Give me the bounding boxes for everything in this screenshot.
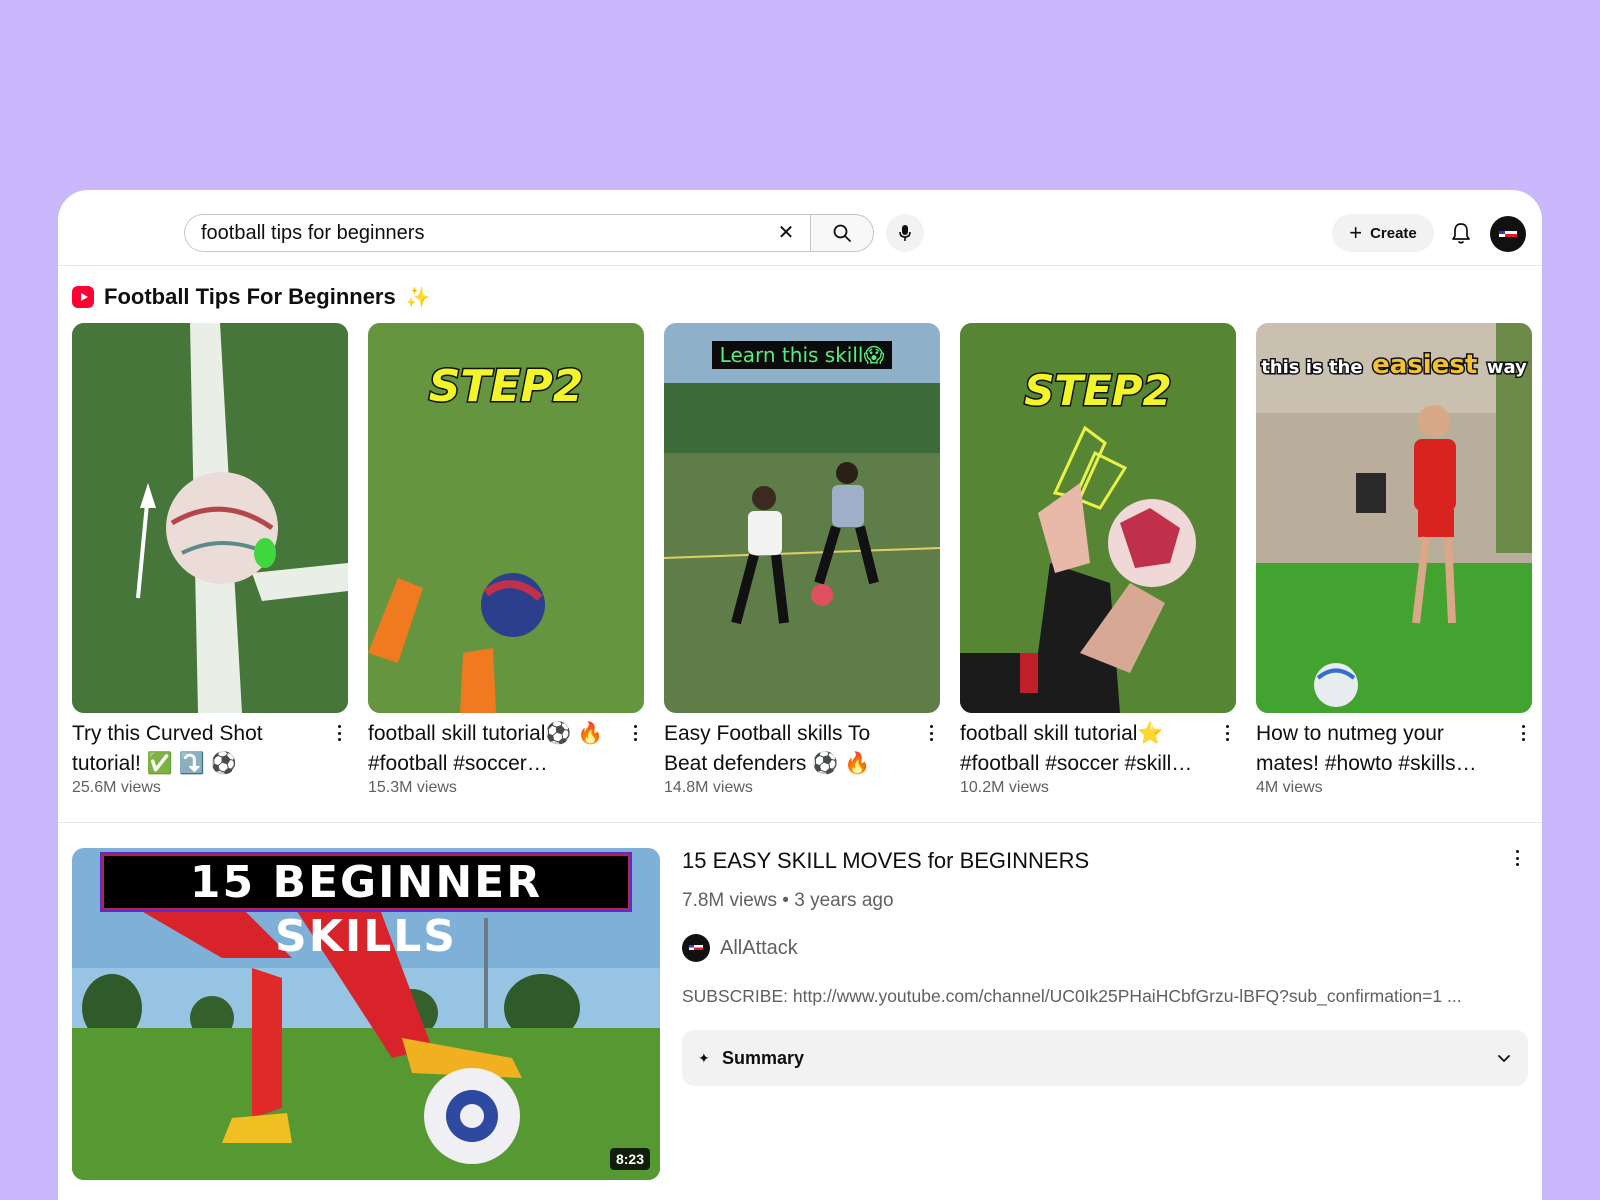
channel-link[interactable]: AllAttack bbox=[682, 934, 798, 962]
more-options-icon[interactable] bbox=[1516, 723, 1530, 743]
short-title[interactable]: football skill tutorial⭐ #football #socc… bbox=[960, 719, 1206, 779]
video-info: 15 EASY SKILL MOVES for BEGINNERS 7.8M v… bbox=[682, 848, 1528, 1188]
close-icon[interactable]: ✕ bbox=[774, 221, 798, 245]
short-card[interactable]: Try this Curved Shot tutorial! ✅ ⤵️ ⚽ 25… bbox=[72, 323, 348, 803]
short-views: 10.2M views bbox=[960, 779, 1049, 796]
short-views: 25.6M views bbox=[72, 779, 161, 796]
short-thumbnail[interactable] bbox=[72, 323, 348, 713]
sparkle-icon: ✦ bbox=[698, 1049, 710, 1066]
short-views: 14.8M views bbox=[664, 779, 753, 796]
create-label: Create bbox=[1370, 224, 1417, 242]
microphone-icon bbox=[899, 225, 911, 241]
more-options-icon[interactable] bbox=[1220, 723, 1234, 743]
more-options-icon[interactable] bbox=[1510, 848, 1524, 868]
search-icon bbox=[833, 224, 851, 242]
short-views: 4M views bbox=[1256, 779, 1323, 796]
browser-window: ✕ + Create bbox=[58, 190, 1542, 1200]
thumbnail-overlay-text: easiest bbox=[1372, 350, 1477, 380]
summary-label: Summary bbox=[722, 1047, 805, 1068]
section-divider bbox=[58, 822, 1542, 823]
shorts-logo-icon bbox=[72, 286, 94, 308]
video-title[interactable]: 15 EASY SKILL MOVES for BEGINNERS bbox=[682, 848, 1089, 874]
short-views: 15.3M views bbox=[368, 779, 457, 796]
short-title[interactable]: football skill tutorial⚽ 🔥 #football #so… bbox=[368, 719, 614, 779]
channel-logo-icon bbox=[1499, 231, 1517, 237]
more-options-icon[interactable] bbox=[628, 723, 642, 743]
short-card[interactable]: Learn this skill😱 Easy Football skills T… bbox=[664, 323, 940, 803]
chevron-down-icon[interactable] bbox=[1496, 1050, 1512, 1066]
sparkle-icon: ✨ bbox=[405, 286, 431, 309]
channel-name[interactable]: AllAttack bbox=[720, 937, 798, 960]
short-title[interactable]: How to nutmeg your mates! #howto #skills… bbox=[1256, 719, 1502, 779]
create-button[interactable]: + Create bbox=[1332, 214, 1434, 252]
short-thumbnail[interactable]: Learn this skill😱 bbox=[664, 323, 940, 713]
plus-icon: + bbox=[1349, 220, 1363, 245]
short-card[interactable]: STEP2 football skill tutorial⭐ #football… bbox=[960, 323, 1236, 803]
thumbnail-overlay-text: this is the bbox=[1261, 357, 1362, 378]
short-title[interactable]: Easy Football skills To Beat defenders ⚽… bbox=[664, 719, 910, 779]
video-thumbnail[interactable]: 15 BEGINNER SKILLS 8:23 bbox=[72, 848, 660, 1180]
duration-badge: 8:23 bbox=[609, 1148, 650, 1170]
thumbnail-overlay-text: STEP2 bbox=[429, 361, 584, 412]
more-options-icon[interactable] bbox=[332, 723, 346, 743]
short-title[interactable]: Try this Curved Shot tutorial! ✅ ⤵️ ⚽ bbox=[72, 719, 318, 779]
short-card[interactable]: this is the easiest way How to nutmeg yo… bbox=[1256, 323, 1532, 803]
avatar[interactable] bbox=[1490, 216, 1526, 252]
top-bar: ✕ + Create bbox=[58, 190, 1542, 266]
search-button[interactable] bbox=[810, 214, 874, 252]
short-thumbnail[interactable]: STEP2 bbox=[368, 323, 644, 713]
channel-avatar[interactable] bbox=[682, 934, 710, 962]
short-card[interactable]: STEP2 football skill tutorial⚽ 🔥 #footba… bbox=[368, 323, 644, 803]
search-box[interactable]: ✕ bbox=[184, 214, 812, 252]
short-thumbnail[interactable]: this is the easiest way bbox=[1256, 323, 1532, 713]
thumbnail-banner-text: 15 BEGINNER SKILLS bbox=[100, 852, 632, 962]
bell-icon[interactable] bbox=[1448, 220, 1474, 246]
thumbnail-overlay-text: Learn this skill😱 bbox=[720, 343, 885, 367]
channel-logo-icon bbox=[689, 945, 703, 950]
thumbnail-overlay-text: way bbox=[1487, 357, 1527, 378]
voice-search-button[interactable] bbox=[886, 214, 924, 252]
short-thumbnail[interactable]: STEP2 bbox=[960, 323, 1236, 713]
video-description: SUBSCRIBE: http://www.youtube.com/channe… bbox=[682, 986, 1462, 1006]
shorts-row: Try this Curved Shot tutorial! ✅ ⤵️ ⚽ 25… bbox=[72, 323, 1532, 803]
shelf-title: Football Tips For Beginners ✨ bbox=[72, 282, 431, 312]
more-options-icon[interactable] bbox=[924, 723, 938, 743]
video-meta: 7.8M views • 3 years ago bbox=[682, 890, 894, 911]
shelf-title-text: Football Tips For Beginners bbox=[104, 284, 396, 309]
thumbnail-overlay-text: STEP2 bbox=[1024, 366, 1172, 415]
summary-panel[interactable]: ✦ Summary bbox=[682, 1030, 1528, 1086]
search-input[interactable] bbox=[201, 215, 741, 251]
